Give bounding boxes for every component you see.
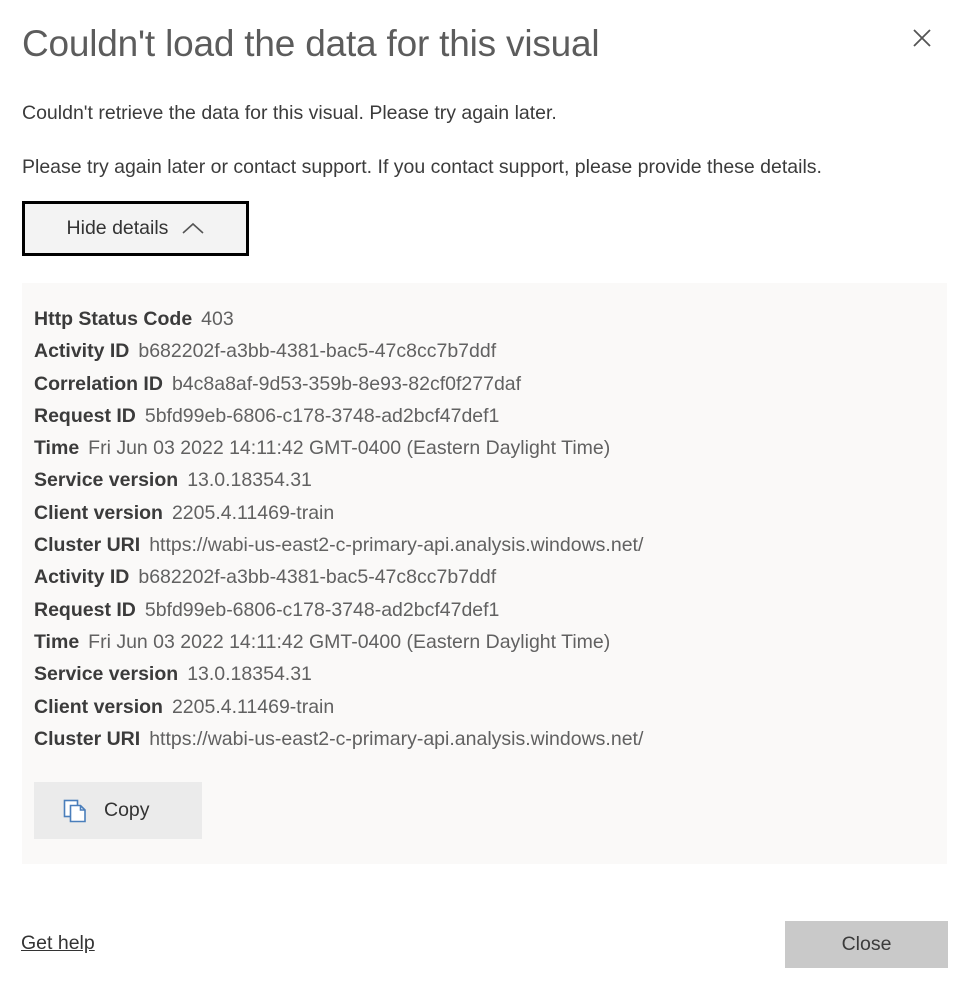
detail-row: Client version 2205.4.11469-train (34, 497, 947, 529)
detail-label: Activity ID (34, 566, 130, 589)
detail-row: Activity ID b682202f-a3bb-4381-bac5-47c8c… (34, 561, 947, 593)
detail-row: Service version 13.0.18354.31 (34, 658, 947, 690)
detail-label: Activity ID (34, 340, 130, 363)
detail-row: Client version 2205.4.11469-train (34, 691, 947, 723)
detail-value: 403 (201, 308, 234, 330)
close-button[interactable]: Close (785, 921, 948, 968)
detail-label: Cluster URI (34, 727, 141, 750)
detail-value: b682202f-a3bb-4381-bac5-47c8cc7b7ddf (138, 566, 497, 589)
detail-row: Http Status Code 403 (34, 303, 947, 335)
detail-row: Activity ID b682202f-a3bb-4381-bac5-47c8c… (34, 335, 947, 367)
detail-label: Client version (34, 695, 163, 718)
detail-label: Cluster URI (34, 534, 141, 557)
detail-value: 5bfd99eb-6806-c178-3748-ad2bcf47def1 (144, 598, 500, 621)
detail-value: https://wabi-us-east2-c-primary-api.anal… (149, 534, 644, 557)
detail-label: Time (34, 437, 80, 460)
detail-value: 2205.4.11469-train (171, 501, 335, 524)
copy-button[interactable]: Copy (34, 782, 202, 839)
detail-label: Time (34, 630, 80, 653)
error-message-secondary: Please try again later or contact suppor… (22, 156, 822, 178)
detail-value: Fri Jun 03 2022 14:11:42 GMT-0400 (Easte… (88, 437, 611, 460)
detail-row: Cluster URI https://wabi-us-east2-c-prima… (34, 529, 947, 561)
detail-label: Service version (34, 469, 179, 492)
detail-row: Request ID 5bfd99eb-6806-c178-3748-ad2bcf… (34, 400, 947, 432)
copy-button-label: Copy (104, 799, 150, 821)
detail-label: Client version (34, 501, 163, 524)
detail-value: 2205.4.11469-train (171, 695, 335, 718)
detail-row: Request ID 5bfd99eb-6806-c178-3748-ad2bcf… (34, 594, 947, 626)
detail-value: b682202f-a3bb-4381-bac5-47c8cc7b7ddf (138, 340, 497, 363)
detail-label: Request ID (34, 598, 136, 621)
hide-details-label: Hide details (66, 217, 169, 239)
error-message-primary: Couldn't retrieve the data for this visu… (22, 102, 557, 124)
detail-value: 13.0.18354.31 (187, 663, 312, 686)
detail-row: Service version 13.0.18354.31 (34, 464, 947, 496)
error-dialog: Couldn't load the data for this visual C… (0, 0, 956, 999)
dialog-close-icon-button[interactable] (896, 12, 948, 64)
chevron-up-icon (182, 222, 204, 234)
detail-value: Fri Jun 03 2022 14:11:42 GMT-0400 (Easte… (88, 630, 611, 653)
copy-icon (63, 799, 86, 822)
error-details-list: Http Status Code 403 Activity ID b682202f-a… (34, 303, 947, 755)
close-icon (913, 29, 931, 47)
detail-row: Time Fri Jun 03 2022 14:11:42 GMT-0400 (E… (34, 432, 947, 464)
detail-value: https://wabi-us-east2-c-primary-api.anal… (149, 727, 644, 750)
get-help-link[interactable]: Get help (21, 932, 95, 955)
detail-value: 5bfd99eb-6806-c178-3748-ad2bcf47def1 (144, 404, 500, 427)
detail-row: Cluster URI https://wabi-us-east2-c-prima… (34, 723, 947, 755)
detail-label: Http Status Code (34, 308, 193, 330)
detail-label: Correlation ID (34, 372, 163, 395)
error-details-panel: Http Status Code 403 Activity ID b682202f-a… (22, 283, 947, 864)
detail-value: 13.0.18354.31 (187, 469, 312, 492)
detail-label: Request ID (34, 404, 136, 427)
detail-row: Time Fri Jun 03 2022 14:11:42 GMT-0400 (E… (34, 626, 947, 658)
page-title: Couldn't load the data for this visual (22, 23, 600, 64)
detail-label: Service version (34, 663, 179, 686)
detail-row: Correlation ID b4c8a8af-9d53-359b-8e93-82… (34, 368, 947, 400)
hide-details-toggle-button[interactable]: Hide details (22, 201, 249, 256)
detail-value: b4c8a8af-9d53-359b-8e93-82cf0f277daf (171, 372, 522, 395)
